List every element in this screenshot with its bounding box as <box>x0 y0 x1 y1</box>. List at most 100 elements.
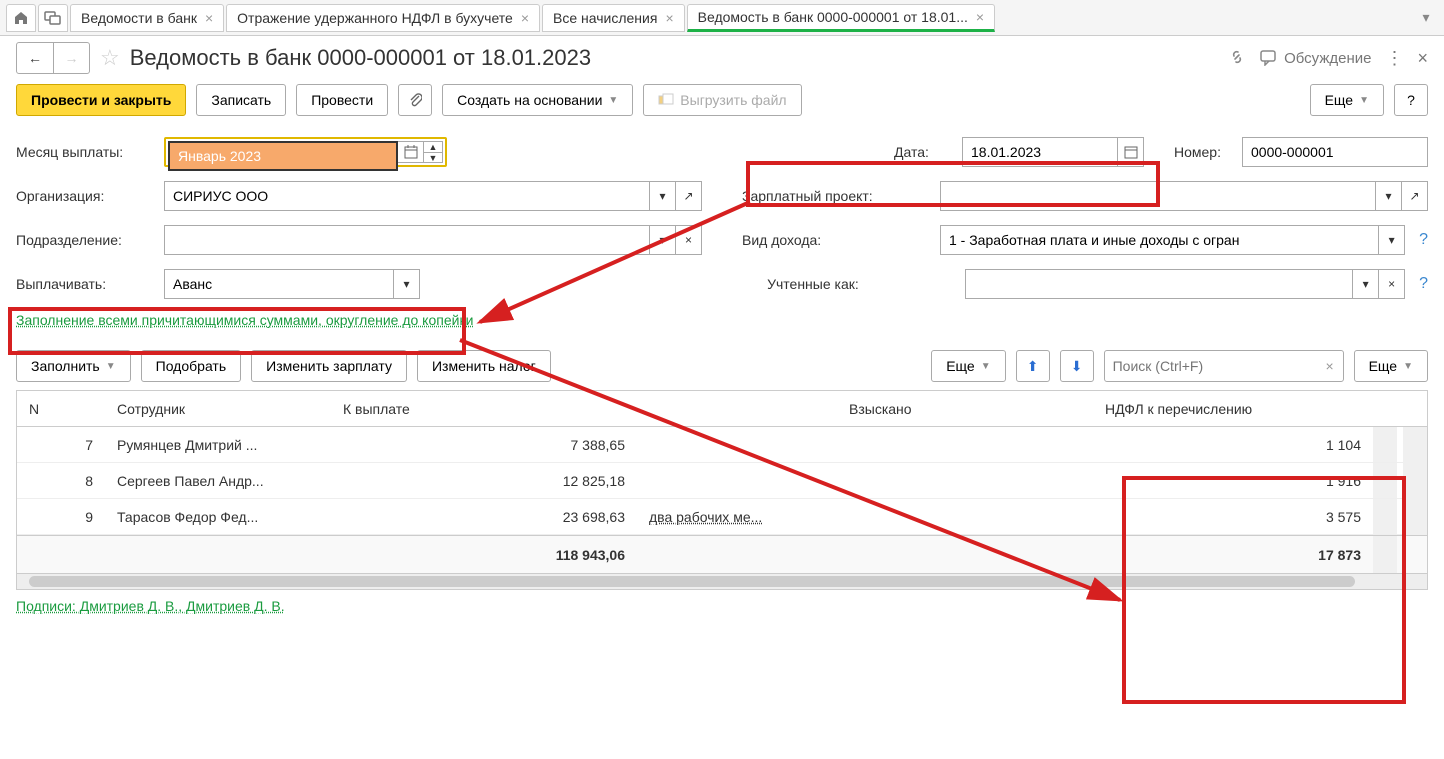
data-table: N Сотрудник К выплате Взыскано НДФЛ к пе… <box>16 390 1428 590</box>
more-button[interactable]: Еще ▼ <box>1310 84 1384 116</box>
table-row[interactable]: 8Сергеев Павел Андр...12 825,181 916 <box>17 463 1427 499</box>
table-more1-button[interactable]: Еще ▼ <box>931 350 1005 382</box>
fill-link[interactable]: Заполнение всеми причитающимися суммами,… <box>16 310 473 330</box>
open-icon[interactable]: ↗ <box>1402 181 1428 211</box>
home-tab[interactable] <box>6 4 36 32</box>
attach-button[interactable] <box>398 84 432 116</box>
help-icon[interactable]: ? <box>1419 231 1428 249</box>
total-pay: 118 943,06 <box>331 536 637 573</box>
tab-label: Отражение удержанного НДФЛ в бухучете <box>237 10 513 26</box>
dept-input[interactable] <box>164 225 650 255</box>
clear-icon[interactable]: × <box>676 225 702 255</box>
chevron-down-icon[interactable]: ▾ <box>1353 269 1379 299</box>
month-label: Месяц выплаты: <box>16 144 156 160</box>
close-icon[interactable]: × <box>665 10 673 26</box>
th-tax[interactable]: НДФЛ к перечислению <box>1093 391 1373 426</box>
total-tax: 17 873 <box>1093 536 1373 573</box>
post-and-close-button[interactable]: Провести и закрыть <box>16 84 186 116</box>
change-salary-button[interactable]: Изменить зарплату <box>251 350 407 382</box>
search-field[interactable] <box>1105 358 1317 374</box>
proj-label: Зарплатный проект: <box>742 188 932 204</box>
close-icon[interactable]: × <box>521 10 529 26</box>
pay-input[interactable] <box>164 269 394 299</box>
cell-col <box>837 427 1093 462</box>
spin-down-icon[interactable]: ▼ <box>424 152 442 163</box>
save-button[interactable]: Записать <box>196 84 286 116</box>
clear-icon[interactable]: × <box>1379 269 1405 299</box>
cell-n: 7 <box>17 427 105 462</box>
fill-button[interactable]: Заполнить ▼ <box>16 350 131 382</box>
vertical-scrollbar[interactable] <box>1403 427 1427 535</box>
acct-input[interactable] <box>965 269 1353 299</box>
number-label: Номер: <box>1174 144 1234 160</box>
change-tax-button[interactable]: Изменить налог <box>417 350 551 382</box>
table-row[interactable]: 7Румянцев Дмитрий ...7 388,651 104 <box>17 427 1427 463</box>
open-icon[interactable]: ↗ <box>676 181 702 211</box>
help-button[interactable]: ? <box>1394 84 1428 116</box>
income-input[interactable] <box>940 225 1379 255</box>
month-input[interactable] <box>168 141 398 171</box>
chevron-down-icon[interactable]: ▾ <box>394 269 420 299</box>
date-input[interactable] <box>962 137 1118 167</box>
signatures-link[interactable]: Подписи: Дмитриев Д. В., Дмитриев Д. В. <box>0 590 1444 622</box>
create-based-label: Создать на основании <box>457 92 602 108</box>
th-col[interactable]: Взыскано <box>837 391 1093 426</box>
tab-1[interactable]: Отражение удержанного НДФЛ в бухучете × <box>226 4 540 32</box>
pick-button[interactable]: Подобрать <box>141 350 242 382</box>
forward-button[interactable]: → <box>53 43 89 73</box>
pay-label: Выплачивать: <box>16 276 156 292</box>
back-button[interactable]: ← <box>17 43 53 73</box>
chevron-down-icon[interactable]: ▾ <box>1376 181 1402 211</box>
export-label: Выгрузить файл <box>680 92 786 108</box>
move-up-button[interactable]: ⬆ <box>1016 350 1050 382</box>
tabs-menu-icon[interactable]: ▾ <box>1414 6 1438 30</box>
table-more2-button[interactable]: Еще ▼ <box>1354 350 1428 382</box>
close-icon[interactable]: × <box>205 10 213 26</box>
close-icon[interactable]: × <box>976 9 984 25</box>
horizontal-scrollbar[interactable] <box>17 573 1427 589</box>
th-pay[interactable]: К выплате <box>331 391 637 426</box>
clear-icon[interactable]: × <box>1317 358 1343 374</box>
proj-input[interactable] <box>940 181 1376 211</box>
tab-0[interactable]: Ведомости в банк × <box>70 4 224 32</box>
tab-2[interactable]: Все начисления × <box>542 4 685 32</box>
favorite-icon[interactable]: ☆ <box>100 45 120 71</box>
chevron-down-icon[interactable]: ▾ <box>1379 225 1405 255</box>
discuss-label: Обсуждение <box>1284 50 1371 67</box>
more-label: Еще <box>1325 92 1354 108</box>
close-page-icon[interactable]: × <box>1417 48 1428 69</box>
more-label: Еще <box>1369 358 1398 374</box>
search-input[interactable]: × <box>1104 350 1344 382</box>
chat-tab[interactable] <box>38 4 68 32</box>
calendar-icon[interactable] <box>398 141 424 163</box>
th-note <box>637 391 837 426</box>
chevron-down-icon: ▼ <box>1359 95 1369 106</box>
tab-label: Ведомости в банк <box>81 10 197 26</box>
create-based-button[interactable]: Создать на основании ▼ <box>442 84 633 116</box>
cell-note: два рабочих ме... <box>637 499 837 534</box>
cell-tax: 1 916 <box>1093 463 1373 498</box>
table-row[interactable]: 9Тарасов Федор Фед...23 698,63два рабочи… <box>17 499 1427 535</box>
th-n[interactable]: N <box>17 391 105 426</box>
move-down-button[interactable]: ⬇ <box>1060 350 1094 382</box>
chevron-down-icon[interactable]: ▾ <box>650 181 676 211</box>
cell-col <box>837 499 1093 534</box>
cell-n: 8 <box>17 463 105 498</box>
kebab-icon[interactable]: ⋮ <box>1385 48 1403 69</box>
help-icon[interactable]: ? <box>1419 275 1428 293</box>
dept-label: Подразделение: <box>16 232 156 248</box>
post-button[interactable]: Провести <box>296 84 388 116</box>
th-emp[interactable]: Сотрудник <box>105 391 331 426</box>
tab-label: Ведомость в банк 0000-000001 от 18.01... <box>698 9 968 25</box>
chevron-down-icon: ▼ <box>106 361 116 372</box>
number-input[interactable] <box>1242 137 1428 167</box>
org-label: Организация: <box>16 188 156 204</box>
spin-up-icon[interactable]: ▲ <box>424 142 442 152</box>
chevron-down-icon[interactable]: ▾ <box>650 225 676 255</box>
link-icon[interactable] <box>1228 48 1246 69</box>
org-input[interactable] <box>164 181 650 211</box>
tab-3[interactable]: Ведомость в банк 0000-000001 от 18.01...… <box>687 4 995 32</box>
export-file-button[interactable]: Выгрузить файл <box>643 84 801 116</box>
discuss-button[interactable]: Обсуждение <box>1260 50 1371 67</box>
calendar-icon[interactable] <box>1118 137 1144 167</box>
